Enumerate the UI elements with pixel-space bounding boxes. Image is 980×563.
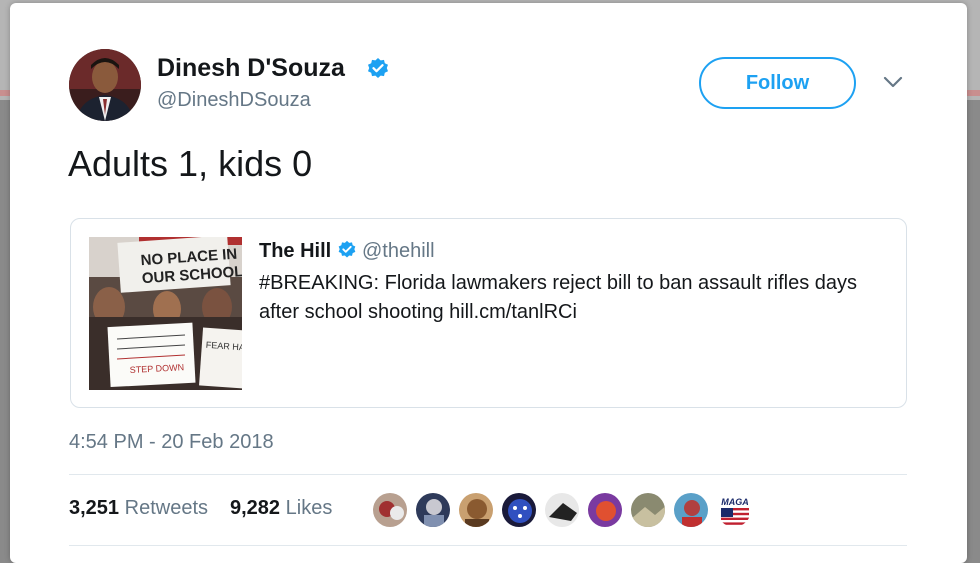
quoted-tweet-image[interactable]: NO PLACE IN OUR SCHOOLS STEP DOWN FEAR H…: [89, 237, 242, 390]
liker-avatar[interactable]: [673, 492, 709, 528]
quoted-author-handle[interactable]: @thehill: [362, 240, 435, 263]
liker-avatar[interactable]: [587, 492, 623, 528]
verified-badge-icon: [366, 57, 390, 81]
liker-avatar[interactable]: [630, 492, 666, 528]
author-name[interactable]: Dinesh D'Souza: [157, 54, 345, 83]
liker-avatar[interactable]: [501, 492, 537, 528]
follow-button[interactable]: Follow: [699, 57, 856, 109]
retweets-stat[interactable]: 3,251 Retweets: [69, 497, 208, 520]
likes-count: 9,282: [230, 497, 281, 519]
likes-stat[interactable]: 9,282 Likes: [230, 497, 332, 520]
quoted-author-name[interactable]: The Hill: [259, 240, 331, 263]
verified-badge-icon: [337, 240, 357, 260]
maga-badge-text: MAGA: [721, 497, 749, 507]
tweet-timestamp[interactable]: 4:54 PM - 20 Feb 2018: [69, 431, 274, 454]
author-handle[interactable]: @DineshDSouza: [157, 89, 311, 112]
chevron-down-icon[interactable]: [882, 74, 904, 90]
liker-avatar[interactable]: [544, 492, 580, 528]
stats-divider-bottom: [69, 545, 907, 546]
liker-avatar[interactable]: [372, 492, 408, 528]
liker-avatar[interactable]: MAGA: [716, 492, 752, 528]
author-avatar[interactable]: [69, 49, 141, 121]
liker-avatar[interactable]: [415, 492, 451, 528]
retweets-count: 3,251: [69, 497, 120, 519]
tweet-text: Adults 1, kids 0: [68, 143, 313, 184]
likes-label: Likes: [285, 497, 333, 519]
quoted-tweet-text: #BREAKING: Florida lawmakers reject bill…: [259, 272, 858, 323]
stats-divider-top: [69, 474, 907, 475]
liker-avatar[interactable]: [458, 492, 494, 528]
retweets-label: Retweets: [124, 497, 208, 519]
